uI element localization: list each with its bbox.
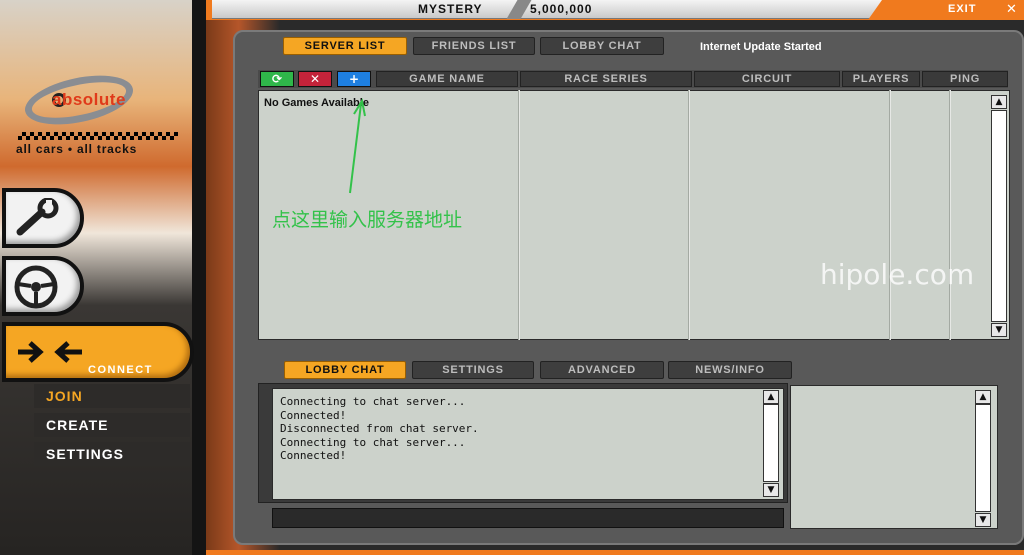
chat-users-list[interactable] — [790, 385, 998, 529]
chat-scroll-up-icon[interactable]: ▲ — [763, 390, 779, 404]
connect-arrows-icon — [18, 341, 82, 363]
menu-item-join[interactable]: JOIN — [34, 384, 190, 408]
tab-chat[interactable]: LOBBY CHAT — [284, 361, 406, 379]
column-header-race-series[interactable]: RACE SERIES — [520, 71, 692, 87]
menu-item-create[interactable]: CREATE — [34, 413, 190, 437]
chat-log: Connecting to chat server... Connected! … — [272, 388, 784, 500]
annotation-text: 点这里输入服务器地址 — [272, 209, 463, 231]
tab-lobby-chat[interactable]: LOBBY CHAT — [540, 37, 664, 55]
tagline: all cars • all tracks — [16, 142, 138, 156]
sidebar-divider — [192, 0, 206, 555]
remove-server-button[interactable]: ✕ — [298, 71, 332, 87]
chat-scrollbar[interactable] — [763, 404, 779, 482]
users-scroll-up-icon[interactable]: ▲ — [975, 390, 991, 404]
mode-title: MYSTERY — [418, 2, 483, 16]
column-divider — [688, 90, 690, 340]
bottom-strip — [206, 550, 1024, 555]
drive-button[interactable] — [2, 256, 84, 316]
tools-button[interactable] — [2, 188, 84, 248]
steering-wheel-icon — [14, 265, 58, 309]
scroll-up-icon[interactable]: ▲ — [991, 95, 1007, 109]
chat-line: Disconnected from chat server. — [280, 422, 479, 435]
refresh-button[interactable]: ⟳ — [260, 71, 294, 87]
tab-server-list[interactable]: SERVER LIST — [283, 37, 407, 55]
connect-button[interactable]: CONNECT — [2, 322, 194, 382]
column-header-circuit[interactable]: CIRCUIT — [694, 71, 840, 87]
exit-close-icon[interactable]: ✕ — [1006, 2, 1017, 17]
checkered-strip — [18, 132, 178, 140]
exit-button[interactable]: EXIT — [948, 3, 976, 15]
chat-line: Connected! — [280, 408, 347, 422]
column-header-game-name[interactable]: GAME NAME — [376, 71, 518, 87]
server-list-scrollbar[interactable] — [991, 110, 1007, 322]
connect-label: CONNECT — [88, 364, 153, 376]
add-server-button[interactable]: + — [337, 71, 371, 87]
credits-value: 5,000,000 — [530, 2, 593, 16]
chat-scroll-down-icon[interactable]: ▼ — [763, 483, 779, 497]
column-header-ping[interactable]: PING — [922, 71, 1008, 87]
chat-line: Connecting to chat server... — [280, 395, 466, 408]
column-divider — [889, 90, 891, 340]
watermark: hipole.com — [820, 258, 975, 291]
chat-line: Connecting to chat server... — [280, 435, 466, 449]
tab-friends-list[interactable]: FRIENDS LIST — [413, 37, 535, 55]
tab-advanced[interactable]: ADVANCED — [540, 361, 664, 379]
users-scroll-down-icon[interactable]: ▼ — [975, 513, 991, 527]
chat-line: Connected! — [280, 449, 347, 462]
scroll-down-icon[interactable]: ▼ — [991, 323, 1007, 337]
column-divider — [518, 90, 520, 340]
annotation-arrow-icon — [349, 98, 366, 194]
chat-input[interactable] — [272, 508, 784, 528]
column-divider — [949, 90, 951, 340]
column-header-players[interactable]: PLAYERS — [842, 71, 920, 87]
update-status: Internet Update Started — [700, 41, 822, 53]
menu-item-settings[interactable]: SETTINGS — [34, 442, 190, 466]
tab-settings[interactable]: SETTINGS — [412, 361, 534, 379]
wrench-icon — [16, 198, 59, 236]
users-scrollbar[interactable] — [975, 404, 991, 512]
logo-text: absolute — [52, 90, 126, 109]
tab-news-info[interactable]: NEWS/INFO — [668, 361, 792, 379]
